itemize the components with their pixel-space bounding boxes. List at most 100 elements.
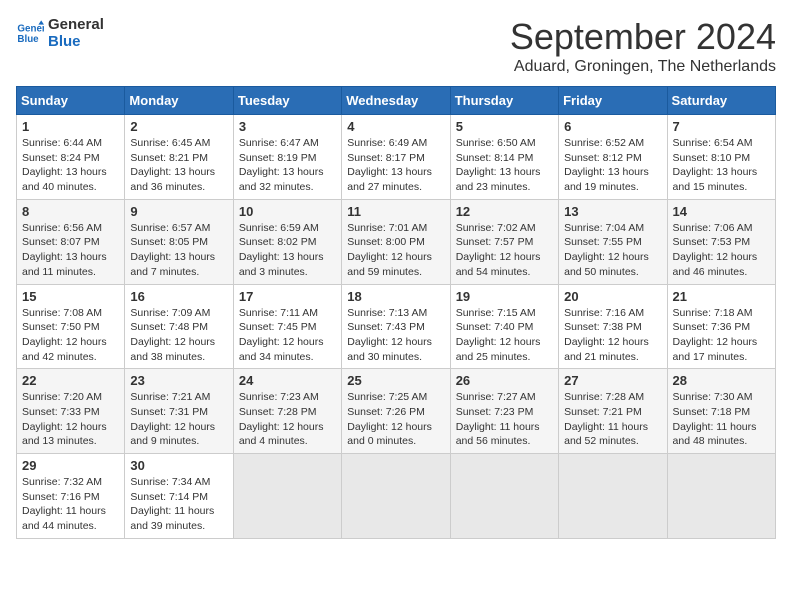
- day-info: Sunrise: 7:21 AM Sunset: 7:31 PM Dayligh…: [130, 390, 227, 449]
- day-info: Sunrise: 7:06 AM Sunset: 7:53 PM Dayligh…: [673, 221, 770, 280]
- calendar-cell: 19 Sunrise: 7:15 AM Sunset: 7:40 PM Dayli…: [450, 284, 558, 369]
- day-info: Sunrise: 6:54 AM Sunset: 8:10 PM Dayligh…: [673, 136, 770, 195]
- day-info: Sunrise: 6:44 AM Sunset: 8:24 PM Dayligh…: [22, 136, 119, 195]
- logo: General Blue General Blue: [16, 16, 104, 50]
- day-info: Sunrise: 7:02 AM Sunset: 7:57 PM Dayligh…: [456, 221, 553, 280]
- day-number: 4: [347, 119, 444, 134]
- calendar-cell: 6Sunrise: 6:52 AM Sunset: 8:12 PM Daylig…: [559, 115, 667, 200]
- calendar-cell: 26 Sunrise: 7:27 AM Sunset: 7:23 PM Dayli…: [450, 369, 558, 454]
- day-number: 5: [456, 119, 553, 134]
- svg-text:Blue: Blue: [17, 34, 39, 45]
- day-number: 23: [130, 373, 227, 388]
- calendar-cell: 27 Sunrise: 7:28 AM Sunset: 7:21 PM Dayli…: [559, 369, 667, 454]
- day-info: Sunrise: 7:27 AM Sunset: 7:23 PM Dayligh…: [456, 390, 553, 449]
- day-info: Sunrise: 7:11 AM Sunset: 7:45 PM Dayligh…: [239, 306, 336, 365]
- calendar-cell: 17 Sunrise: 7:11 AM Sunset: 7:45 PM Dayli…: [233, 284, 341, 369]
- calendar-cell: [559, 454, 667, 539]
- calendar-cell: 20 Sunrise: 7:16 AM Sunset: 7:38 PM Dayli…: [559, 284, 667, 369]
- day-number: 26: [456, 373, 553, 388]
- logo-general: General: [48, 16, 104, 33]
- day-number: 24: [239, 373, 336, 388]
- calendar-cell: 7Sunrise: 6:54 AM Sunset: 8:10 PM Daylig…: [667, 115, 775, 200]
- calendar-cell: 30 Sunrise: 7:34 AM Sunset: 7:14 PM Dayli…: [125, 454, 233, 539]
- calendar-cell: 23 Sunrise: 7:21 AM Sunset: 7:31 PM Dayli…: [125, 369, 233, 454]
- day-number: 17: [239, 289, 336, 304]
- day-number: 27: [564, 373, 661, 388]
- calendar-cell: 25Sunrise: 7:25 AM Sunset: 7:26 PM Dayli…: [342, 369, 450, 454]
- day-number: 10: [239, 204, 336, 219]
- day-number: 28: [673, 373, 770, 388]
- day-number: 30: [130, 458, 227, 473]
- calendar-cell: [342, 454, 450, 539]
- calendar-cell: 22 Sunrise: 7:20 AM Sunset: 7:33 PM Dayli…: [17, 369, 125, 454]
- day-number: 15: [22, 289, 119, 304]
- calendar-week-5: 29Sunrise: 7:32 AM Sunset: 7:16 PM Dayli…: [17, 454, 776, 539]
- calendar-cell: [667, 454, 775, 539]
- calendar-cell: 11Sunrise: 7:01 AM Sunset: 8:00 PM Dayli…: [342, 199, 450, 284]
- day-number: 18: [347, 289, 444, 304]
- calendar-week-4: 22 Sunrise: 7:20 AM Sunset: 7:33 PM Dayli…: [17, 369, 776, 454]
- day-number: 12: [456, 204, 553, 219]
- day-info: Sunrise: 6:52 AM Sunset: 8:12 PM Dayligh…: [564, 136, 661, 195]
- day-info: Sunrise: 7:13 AM Sunset: 7:43 PM Dayligh…: [347, 306, 444, 365]
- calendar-cell: 9Sunrise: 6:57 AM Sunset: 8:05 PM Daylig…: [125, 199, 233, 284]
- day-number: 13: [564, 204, 661, 219]
- column-header-sunday: Sunday: [17, 87, 125, 115]
- day-info: Sunrise: 7:09 AM Sunset: 7:48 PM Dayligh…: [130, 306, 227, 365]
- day-info: Sunrise: 7:16 AM Sunset: 7:38 PM Dayligh…: [564, 306, 661, 365]
- page-header: General Blue General Blue September 2024…: [16, 16, 776, 76]
- logo-blue: Blue: [48, 33, 104, 50]
- calendar-table: SundayMondayTuesdayWednesdayThursdayFrid…: [16, 86, 776, 539]
- day-info: Sunrise: 7:08 AM Sunset: 7:50 PM Dayligh…: [22, 306, 119, 365]
- day-number: 19: [456, 289, 553, 304]
- day-info: Sunrise: 7:34 AM Sunset: 7:14 PM Dayligh…: [130, 475, 227, 534]
- day-info: Sunrise: 6:50 AM Sunset: 8:14 PM Dayligh…: [456, 136, 553, 195]
- calendar-week-3: 15 Sunrise: 7:08 AM Sunset: 7:50 PM Dayli…: [17, 284, 776, 369]
- title-section: September 2024 Aduard, Groningen, The Ne…: [510, 16, 776, 76]
- calendar-cell: 21 Sunrise: 7:18 AM Sunset: 7:36 PM Dayli…: [667, 284, 775, 369]
- day-info: Sunrise: 7:30 AM Sunset: 7:18 PM Dayligh…: [673, 390, 770, 449]
- day-number: 20: [564, 289, 661, 304]
- calendar-cell: 29Sunrise: 7:32 AM Sunset: 7:16 PM Dayli…: [17, 454, 125, 539]
- day-info: Sunrise: 7:28 AM Sunset: 7:21 PM Dayligh…: [564, 390, 661, 449]
- day-info: Sunrise: 7:20 AM Sunset: 7:33 PM Dayligh…: [22, 390, 119, 449]
- calendar-header-row: SundayMondayTuesdayWednesdayThursdayFrid…: [17, 87, 776, 115]
- day-info: Sunrise: 7:04 AM Sunset: 7:55 PM Dayligh…: [564, 221, 661, 280]
- calendar-cell: [450, 454, 558, 539]
- column-header-wednesday: Wednesday: [342, 87, 450, 115]
- calendar-cell: 4Sunrise: 6:49 AM Sunset: 8:17 PM Daylig…: [342, 115, 450, 200]
- calendar-week-1: 1 Sunrise: 6:44 AM Sunset: 8:24 PM Daylig…: [17, 115, 776, 200]
- day-number: 1: [22, 119, 119, 134]
- day-info: Sunrise: 7:25 AM Sunset: 7:26 PM Dayligh…: [347, 390, 444, 449]
- day-number: 22: [22, 373, 119, 388]
- day-number: 21: [673, 289, 770, 304]
- calendar-cell: 24 Sunrise: 7:23 AM Sunset: 7:28 PM Dayli…: [233, 369, 341, 454]
- day-number: 9: [130, 204, 227, 219]
- day-info: Sunrise: 7:15 AM Sunset: 7:40 PM Dayligh…: [456, 306, 553, 365]
- calendar-cell: 3Sunrise: 6:47 AM Sunset: 8:19 PM Daylig…: [233, 115, 341, 200]
- column-header-monday: Monday: [125, 87, 233, 115]
- day-number: 8: [22, 204, 119, 219]
- calendar-cell: 12 Sunrise: 7:02 AM Sunset: 7:57 PM Dayli…: [450, 199, 558, 284]
- calendar-cell: 28 Sunrise: 7:30 AM Sunset: 7:18 PM Dayli…: [667, 369, 775, 454]
- calendar-cell: 18 Sunrise: 7:13 AM Sunset: 7:43 PM Dayli…: [342, 284, 450, 369]
- day-info: Sunrise: 7:18 AM Sunset: 7:36 PM Dayligh…: [673, 306, 770, 365]
- column-header-friday: Friday: [559, 87, 667, 115]
- location-subtitle: Aduard, Groningen, The Netherlands: [510, 58, 776, 76]
- day-number: 14: [673, 204, 770, 219]
- day-info: Sunrise: 6:56 AM Sunset: 8:07 PM Dayligh…: [22, 221, 119, 280]
- day-info: Sunrise: 7:32 AM Sunset: 7:16 PM Dayligh…: [22, 475, 119, 534]
- calendar-cell: 15 Sunrise: 7:08 AM Sunset: 7:50 PM Dayli…: [17, 284, 125, 369]
- logo-icon: General Blue: [16, 19, 44, 47]
- calendar-cell: 13 Sunrise: 7:04 AM Sunset: 7:55 PM Dayli…: [559, 199, 667, 284]
- day-info: Sunrise: 7:23 AM Sunset: 7:28 PM Dayligh…: [239, 390, 336, 449]
- column-header-tuesday: Tuesday: [233, 87, 341, 115]
- day-number: 16: [130, 289, 227, 304]
- calendar-cell: 16 Sunrise: 7:09 AM Sunset: 7:48 PM Dayli…: [125, 284, 233, 369]
- column-header-saturday: Saturday: [667, 87, 775, 115]
- day-number: 2: [130, 119, 227, 134]
- calendar-cell: 8 Sunrise: 6:56 AM Sunset: 8:07 PM Daylig…: [17, 199, 125, 284]
- day-number: 3: [239, 119, 336, 134]
- calendar-cell: 10Sunrise: 6:59 AM Sunset: 8:02 PM Dayli…: [233, 199, 341, 284]
- calendar-cell: [233, 454, 341, 539]
